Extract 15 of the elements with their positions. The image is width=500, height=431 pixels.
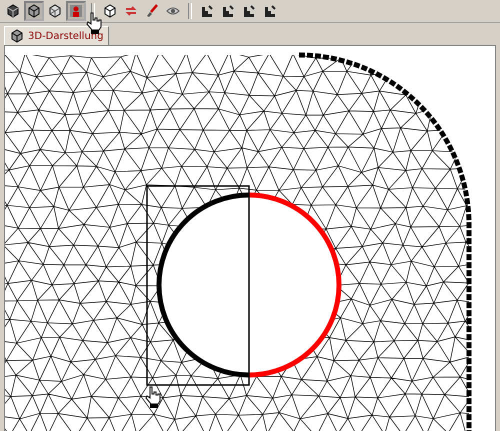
hand-cursor-icon: [145, 386, 161, 408]
steps-icon: [242, 4, 256, 18]
cube-icon: [103, 4, 117, 18]
steps-icon: [263, 4, 277, 18]
rotate-icon: [124, 4, 138, 18]
toolbar-button[interactable]: [24, 1, 44, 21]
figure-icon: [69, 4, 83, 18]
steps-icon: [221, 4, 235, 18]
view-tab[interactable]: 3D-Darstellung: [4, 26, 110, 45]
steps-icon: [200, 4, 214, 18]
brush-icon: [145, 4, 159, 18]
cube-icon: [10, 29, 24, 43]
cube-icon: [27, 4, 41, 18]
cube-icon: [48, 4, 62, 18]
cube-icon: [6, 4, 20, 18]
